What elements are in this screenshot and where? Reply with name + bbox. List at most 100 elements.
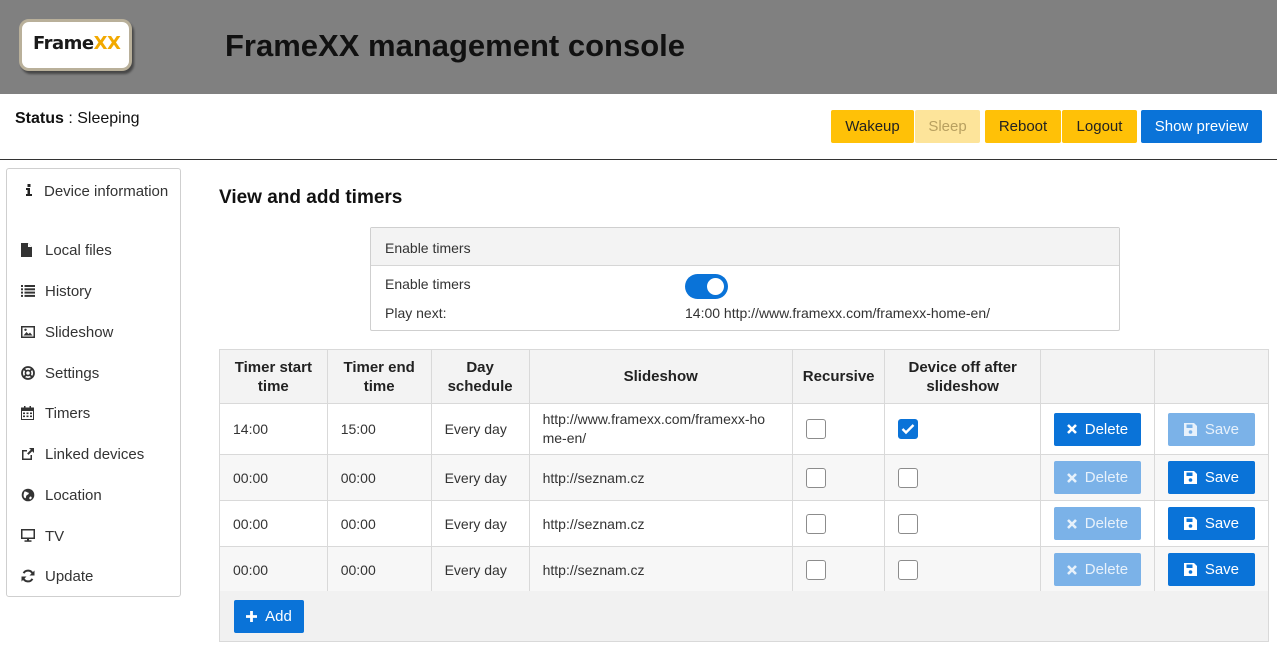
enable-timers-toggle[interactable]	[685, 274, 728, 299]
save-button[interactable]: Save	[1167, 412, 1255, 446]
sidebar-item-settings[interactable]: Settings	[19, 365, 99, 382]
recursive-checkbox[interactable]	[805, 559, 826, 580]
close-icon	[1066, 518, 1077, 529]
cell-slideshow[interactable]: http://seznam.cz	[528, 546, 793, 593]
recursive-checkbox[interactable]	[805, 513, 826, 534]
status-value: Sleeping	[77, 110, 140, 127]
save-button[interactable]: Save	[1167, 553, 1255, 586]
save-label: Save	[1204, 420, 1240, 438]
floppy-icon	[1183, 471, 1197, 484]
cell-save: Save	[1153, 403, 1270, 455]
logout-button[interactable]: Logout	[1062, 110, 1137, 143]
sidebar-item-timers[interactable]: Timers	[19, 405, 90, 422]
enable-timers-panel: Enable timers Enable timers Play next: 1…	[370, 227, 1120, 331]
cell-device-off	[884, 454, 1041, 501]
sidebar-item-label: Location	[45, 487, 102, 504]
cell-schedule[interactable]: Every day	[430, 454, 530, 501]
sidebar-item-label: Settings	[45, 365, 100, 382]
table-row: 00:00 00:00 Every day http://seznam.cz D…	[219, 454, 1270, 501]
column-header-delete	[1039, 349, 1155, 404]
status-indicator: Status : Sleeping	[15, 110, 140, 128]
cell-schedule[interactable]: Every day	[430, 500, 530, 547]
cell-slideshow[interactable]: http://seznam.cz	[528, 454, 793, 501]
sidebar-item-update[interactable]: Update	[19, 568, 93, 585]
sidebar-item-history[interactable]: History	[19, 283, 92, 300]
close-icon	[1066, 472, 1077, 483]
save-label: Save	[1204, 561, 1240, 578]
column-header-save	[1153, 349, 1270, 404]
app-title: FrameXX management console	[225, 28, 685, 63]
sleep-button[interactable]: Sleep	[915, 110, 980, 143]
cell-save: Save	[1153, 546, 1270, 593]
close-icon	[1066, 564, 1077, 575]
monitor-icon	[19, 528, 45, 542]
cell-delete: Delete	[1039, 454, 1155, 501]
play-next-value: 14:00 http://www.framexx.com/framexx-hom…	[685, 305, 990, 321]
save-button[interactable]: Save	[1167, 507, 1255, 540]
status-separator: :	[63, 110, 78, 127]
sidebar-item-label: Timers	[45, 405, 91, 422]
list-icon	[19, 283, 45, 297]
add-label: Add	[265, 608, 292, 625]
table-header-row: Timer start time Timer end time Day sche…	[219, 349, 1270, 404]
lifebuoy-icon	[19, 365, 45, 380]
close-icon	[1066, 424, 1077, 434]
cell-start[interactable]: 14:00	[219, 403, 328, 455]
sidebar-item-device-information[interactable]: Device information	[19, 182, 169, 202]
sidebar-item-label: TV	[45, 528, 65, 545]
cell-end[interactable]: 15:00	[326, 403, 432, 455]
cell-end[interactable]: 00:00	[326, 546, 432, 593]
device-off-checkbox[interactable]	[898, 467, 919, 488]
page-title: View and add timers	[219, 187, 403, 208]
cell-delete: Delete	[1039, 546, 1155, 593]
delete-button[interactable]: Delete	[1053, 412, 1141, 446]
cell-device-off	[884, 403, 1041, 455]
sidebar-item-label: Device information	[44, 183, 169, 200]
image-icon	[19, 324, 45, 338]
cell-slideshow[interactable]: http://seznam.cz	[528, 500, 793, 547]
device-off-checkbox[interactable]	[898, 559, 919, 580]
sidebar-item-tv[interactable]: TV	[19, 528, 64, 545]
sidebar-item-label: Slideshow	[45, 324, 114, 341]
cell-start[interactable]: 00:00	[219, 454, 328, 501]
plus-icon	[246, 611, 258, 622]
reboot-button[interactable]: Reboot	[985, 110, 1061, 143]
framexx-logo: FrameXX	[19, 19, 132, 71]
show-preview-button[interactable]: Show preview	[1141, 110, 1262, 143]
delete-button[interactable]: Delete	[1053, 461, 1141, 494]
device-off-checkbox[interactable]	[898, 419, 919, 440]
cell-device-off	[884, 546, 1041, 593]
recursive-checkbox[interactable]	[805, 419, 826, 440]
timers-table: Timer start time Timer end time Day sche…	[219, 349, 1270, 593]
cell-recursive	[791, 546, 886, 593]
cell-start[interactable]: 00:00	[219, 500, 328, 547]
cell-schedule[interactable]: Every day	[430, 403, 530, 455]
column-header-end: Timer end time	[326, 349, 432, 404]
cell-end[interactable]: 00:00	[326, 500, 432, 547]
cell-recursive	[791, 454, 886, 501]
delete-button[interactable]: Delete	[1053, 507, 1141, 540]
sidebar-item-location[interactable]: Location	[19, 487, 102, 504]
delete-label: Delete	[1084, 420, 1129, 438]
wakeup-button[interactable]: Wakeup	[831, 110, 914, 143]
sidebar-item-linked-devices[interactable]: Linked devices	[19, 446, 144, 463]
calendar-icon	[19, 405, 45, 420]
cell-end[interactable]: 00:00	[326, 454, 432, 501]
sidebar-item-local-files[interactable]: Local files	[19, 242, 112, 259]
sidebar-item-slideshow[interactable]: Slideshow	[19, 324, 113, 341]
add-timer-button[interactable]: Add	[234, 600, 304, 633]
delete-label: Delete	[1084, 469, 1129, 486]
info-icon	[19, 182, 44, 196]
save-button[interactable]: Save	[1167, 461, 1255, 494]
column-header-device-off: Device off after slideshow	[884, 349, 1041, 404]
file-icon	[19, 242, 45, 257]
delete-button[interactable]: Delete	[1053, 553, 1141, 586]
cell-start[interactable]: 00:00	[219, 546, 328, 593]
cell-slideshow[interactable]: http://www.framexx.com/framexx-home-en/	[528, 403, 793, 455]
cell-schedule[interactable]: Every day	[430, 546, 530, 593]
device-off-checkbox[interactable]	[898, 513, 919, 534]
recursive-checkbox[interactable]	[805, 467, 826, 488]
cell-delete: Delete	[1039, 403, 1155, 455]
header-divider	[0, 159, 1277, 160]
panel-heading: Enable timers	[371, 228, 1119, 266]
